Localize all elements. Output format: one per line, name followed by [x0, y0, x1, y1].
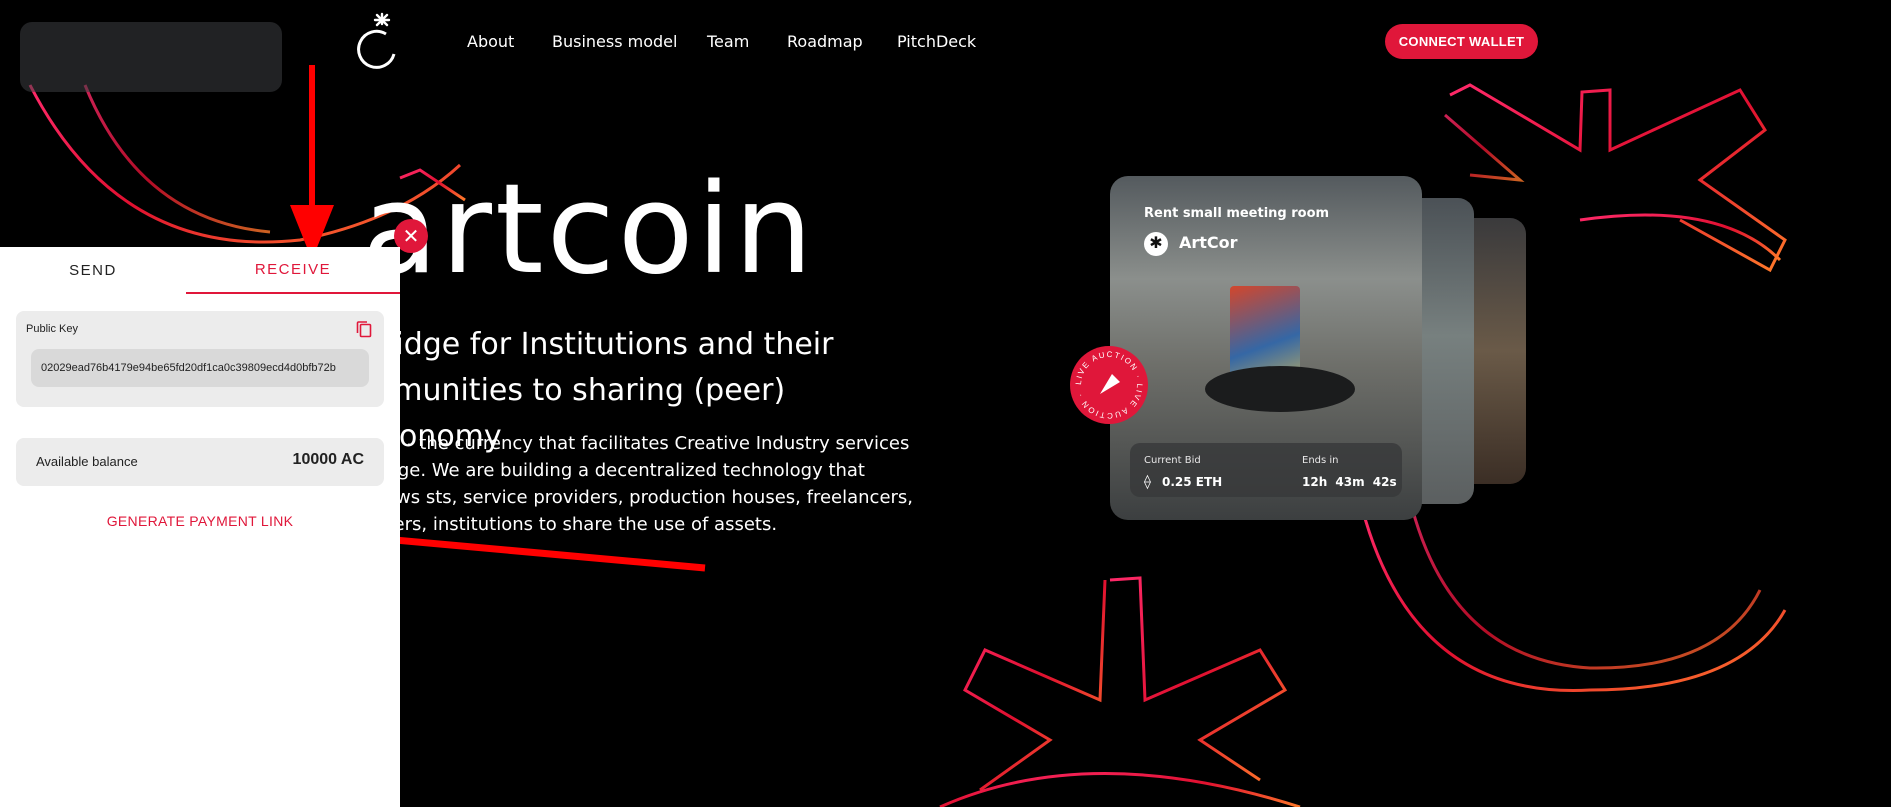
- wallet-panel: SEND RECEIVE Public Key Available balanc…: [0, 247, 400, 807]
- artcoin-logo-icon[interactable]: [356, 12, 402, 72]
- card-owner[interactable]: ArtCor: [1179, 233, 1238, 252]
- connect-wallet-button[interactable]: CONNECT WALLET: [1385, 24, 1538, 59]
- balance-value: 10000 AC: [292, 451, 364, 468]
- hero-description: coin - the currency that facilitates Cre…: [364, 433, 914, 535]
- eth-icon: ⟠: [1144, 473, 1151, 489]
- ends-in-value: 12h 43m 42s: [1302, 475, 1397, 489]
- tab-receive[interactable]: RECEIVE: [186, 247, 400, 294]
- card-header: [20, 22, 282, 92]
- generate-payment-link[interactable]: GENERATE PAYMENT LINK: [0, 513, 400, 529]
- hero-title: artcoin: [362, 158, 816, 302]
- public-key-label: Public Key: [26, 323, 78, 335]
- ends-in-label: Ends in: [1302, 455, 1339, 466]
- nav-team[interactable]: Team: [707, 32, 749, 51]
- public-key-field[interactable]: [31, 349, 369, 387]
- balance-label: Available balance: [36, 454, 138, 469]
- owner-avatar-icon: ✱: [1144, 232, 1168, 256]
- nav-pitchdeck[interactable]: PitchDeck: [897, 32, 976, 51]
- current-bid-label: Current Bid: [1144, 455, 1201, 466]
- card-title: Rent small meeting room: [1144, 206, 1330, 221]
- live-auction-badge: LIVE AUCTION · LIVE AUCTION ·: [1070, 346, 1148, 424]
- tab-send[interactable]: SEND: [0, 247, 186, 294]
- current-bid-value: 0.25 ETH: [1162, 475, 1223, 489]
- card-photo-table: [1205, 366, 1355, 412]
- nav-about[interactable]: About: [467, 32, 514, 51]
- copy-icon[interactable]: [356, 320, 372, 338]
- nav-roadmap[interactable]: Roadmap: [787, 32, 863, 51]
- nav-business-model[interactable]: Business model: [552, 32, 677, 51]
